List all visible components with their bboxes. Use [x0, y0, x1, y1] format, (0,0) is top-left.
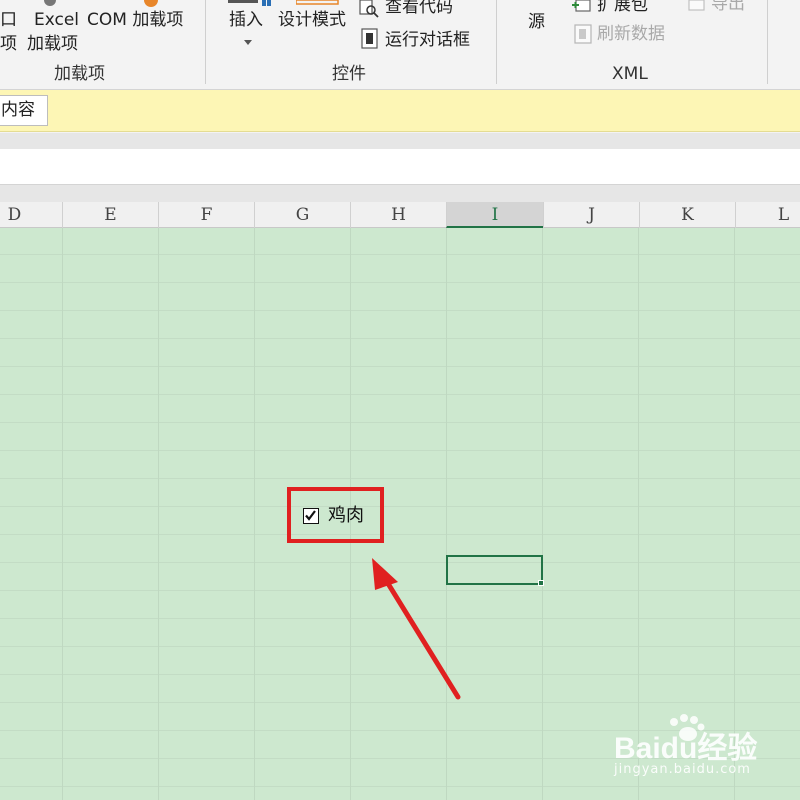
formula-bar[interactable]: [0, 149, 800, 185]
message-bar: [0, 90, 800, 132]
addins-group-label: 加载项: [54, 64, 105, 84]
column-header-f[interactable]: F: [158, 202, 254, 228]
view-code-label: 查看代码: [385, 0, 453, 17]
divider-strip: [0, 133, 800, 149]
column-header-l[interactable]: L: [735, 202, 800, 228]
export-label: 导出: [711, 0, 745, 14]
dropdown-arrow-icon: [244, 40, 252, 45]
column-header-i[interactable]: I: [446, 202, 543, 228]
group-separator: [205, 0, 206, 84]
excel-addins-line1: Excel: [34, 10, 80, 30]
column-header-d[interactable]: D: [0, 202, 62, 228]
run-dialog-icon: [361, 28, 378, 49]
highlight-annotation: [287, 487, 384, 543]
excel-addins-line2: 加载项: [27, 34, 78, 54]
xml-source-button[interactable]: 源: [528, 12, 545, 32]
column-headers: D E F G H I J K L: [0, 202, 800, 228]
expansion-pack-icon: [572, 0, 591, 12]
watermark-url: jingyan.baidu.com: [614, 762, 751, 777]
run-dialog-label: 运行对话框: [385, 30, 470, 50]
com-gear-icon: [144, 0, 158, 7]
group-separator: [496, 0, 497, 84]
column-header-h[interactable]: H: [350, 202, 446, 228]
group-separator: [767, 0, 768, 84]
column-header-j[interactable]: J: [543, 202, 639, 228]
insert-label: 插入: [229, 10, 263, 30]
partial-addins-button-top[interactable]: 口: [0, 10, 17, 30]
watermark-brand: Baidu经验: [614, 731, 757, 765]
gear-icon: [44, 0, 56, 6]
ribbon: 口 项 Excel 加载项 COM 加载项 加载项 插入 设计模式 查看代码 运…: [0, 0, 800, 90]
expansion-pack-label: 扩展包: [597, 0, 648, 15]
design-mode-label: 设计模式: [278, 10, 346, 30]
design-mode-icon: [296, 0, 339, 5]
refresh-data-icon: [574, 24, 592, 44]
column-header-g[interactable]: G: [254, 202, 350, 228]
com-addins-label: COM 加载项: [87, 10, 184, 30]
refresh-data-label: 刷新数据: [597, 24, 665, 44]
enable-content-button[interactable]: 内容: [0, 95, 48, 126]
xml-group-label: XML: [612, 64, 648, 84]
fill-handle[interactable]: [538, 580, 544, 586]
column-header-k[interactable]: K: [639, 202, 735, 228]
column-header-e[interactable]: E: [62, 202, 158, 228]
partial-addins-button-bottom[interactable]: 项: [0, 34, 17, 54]
insert-control-icon: [228, 0, 271, 6]
controls-group-label: 控件: [332, 64, 366, 84]
view-code-icon: [359, 0, 379, 18]
export-icon: [688, 0, 705, 11]
divider-strip: [0, 185, 800, 202]
active-cell[interactable]: [446, 555, 543, 585]
